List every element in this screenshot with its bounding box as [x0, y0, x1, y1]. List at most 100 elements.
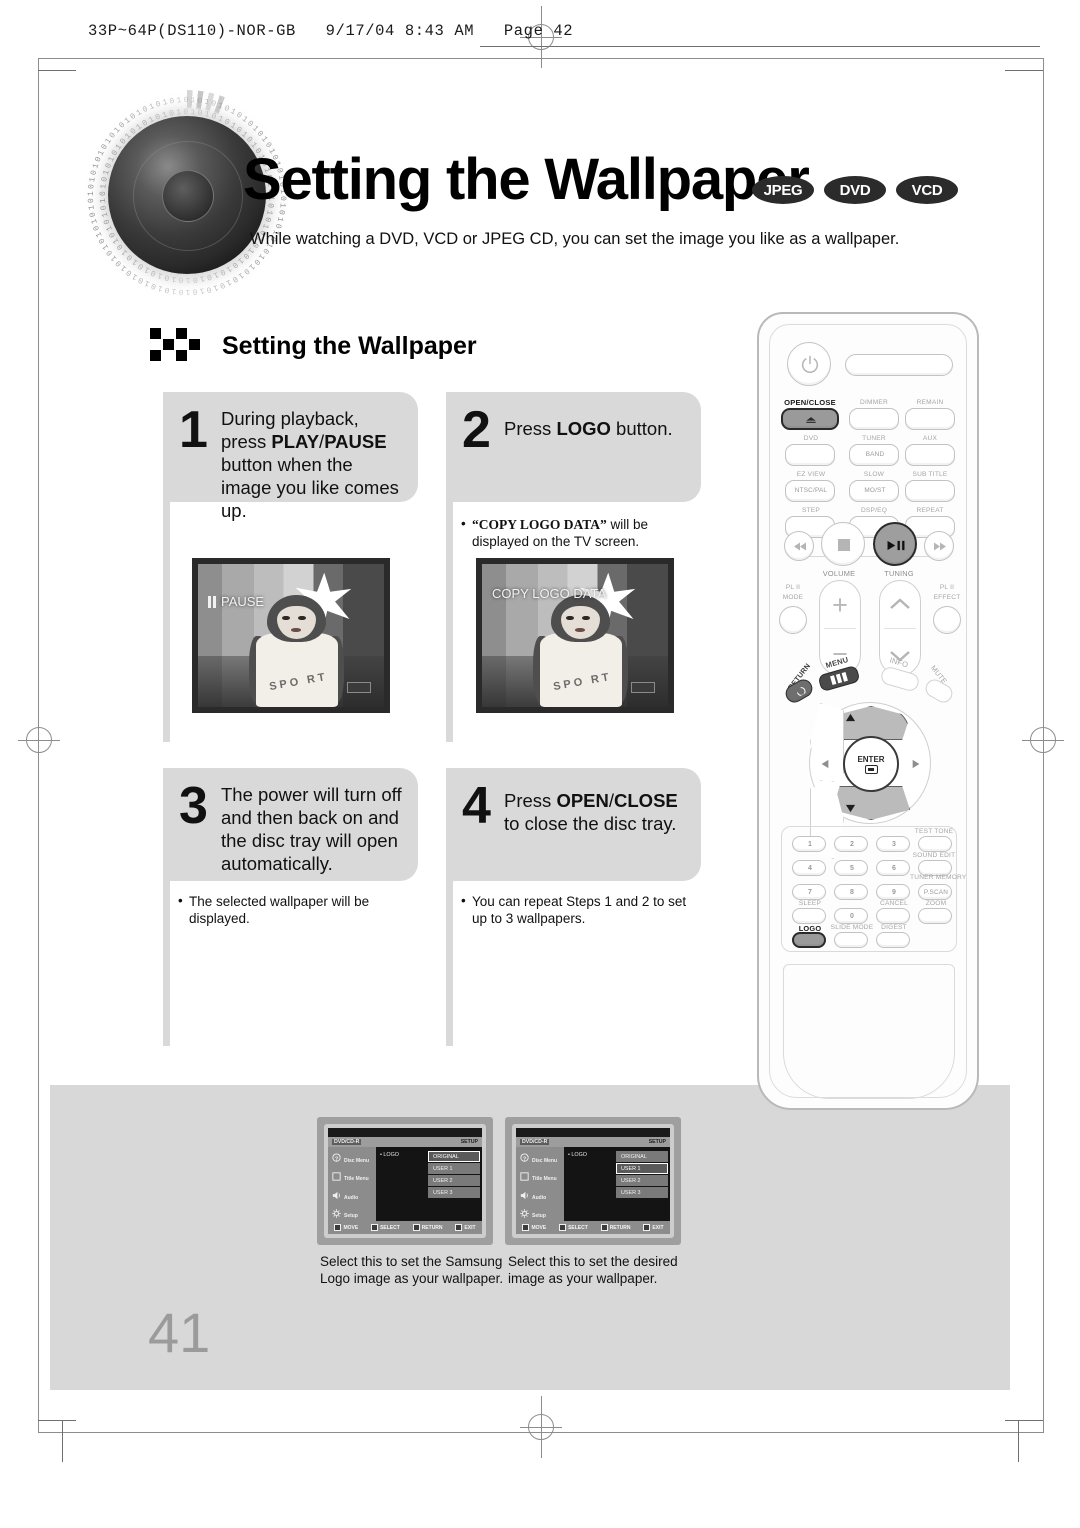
- osd-1-select[interactable]: SELECT: [371, 1224, 400, 1231]
- osd-screenshot-1: DVD/CD-R SETUP ? Disc Menu Title Menu Au…: [317, 1117, 493, 1245]
- label-sub-title: SUB TITLE: [912, 471, 948, 478]
- osd-1-item-setup[interactable]: Setup: [328, 1203, 376, 1222]
- remain-button[interactable]: [905, 408, 955, 430]
- key-8-label: 8: [849, 889, 855, 896]
- dpad: ENTER: [809, 702, 931, 859]
- label-open-close: OPEN/CLOSE: [784, 398, 836, 407]
- osd-2-item-label: Disc Menu: [532, 1157, 558, 1164]
- step-1-number: 1: [179, 401, 208, 459]
- key-0[interactable]: 0: [834, 908, 868, 924]
- key-2-label: 2: [849, 841, 855, 848]
- crop-mark-bl-v: [62, 1420, 63, 1462]
- plii-mode-button[interactable]: [779, 606, 807, 634]
- cancel-button[interactable]: [876, 908, 910, 924]
- power-button[interactable]: [787, 342, 831, 386]
- label-slide-mode: SLIDE MODE: [830, 924, 874, 931]
- osd-message-quote: “COPY LOGO DATA”: [472, 517, 607, 532]
- osd-2-bottombar: MOVE SELECT RETURN EXIT: [516, 1221, 670, 1234]
- osd-2-item-disc-menu[interactable]: ? Disc Menu: [516, 1147, 564, 1166]
- child-mouth: [291, 627, 301, 632]
- key-2[interactable]: 2: [834, 836, 868, 852]
- osd-1-item-title-menu[interactable]: Title Menu: [328, 1166, 376, 1185]
- osd-1-caption: Select this to set the Samsung Logo imag…: [320, 1254, 504, 1286]
- slow-mo-st-button[interactable]: MO/ST: [849, 480, 899, 502]
- prev-button[interactable]: [784, 531, 814, 561]
- osd-1-option-user1[interactable]: USER 1: [428, 1163, 480, 1174]
- dvd-button[interactable]: [785, 444, 835, 466]
- step-1-rail: [163, 502, 170, 742]
- osd-2-option-user1[interactable]: USER 1: [616, 1163, 668, 1174]
- child-body: SPO RT: [255, 633, 338, 707]
- label-plii-effect-1: PL II: [939, 584, 955, 591]
- stop-button[interactable]: [821, 522, 865, 566]
- key-6[interactable]: 6: [876, 860, 910, 876]
- aux-button[interactable]: [905, 444, 955, 466]
- enter-button[interactable]: ENTER: [843, 736, 899, 792]
- page-number: 41: [148, 1301, 211, 1364]
- label-remain: REMAIN: [916, 399, 944, 406]
- tv-2-screen: SPO RT COPY LOGO DATA: [482, 564, 668, 707]
- osd-1-item-audio[interactable]: Audio: [328, 1184, 376, 1203]
- osd-1-option-user2[interactable]: USER 2: [428, 1175, 480, 1186]
- test-tone-button[interactable]: [918, 836, 952, 852]
- key-0-label: 0: [849, 913, 855, 920]
- osd-2-item-title-menu[interactable]: Title Menu: [516, 1166, 564, 1185]
- osd-2-return[interactable]: RETURN: [600, 1224, 631, 1231]
- zoom-button[interactable]: [918, 908, 952, 924]
- key-3[interactable]: 3: [876, 836, 910, 852]
- speaker-icon: [331, 1190, 342, 1201]
- plii-effect-button[interactable]: [933, 606, 961, 634]
- osd-2-select[interactable]: SELECT: [559, 1224, 588, 1231]
- osd-2-item-audio[interactable]: Audio: [516, 1184, 564, 1203]
- badge-vcd: VCD: [896, 176, 958, 204]
- tuning-separator: [884, 628, 916, 629]
- osd-2-item-setup[interactable]: Setup: [516, 1203, 564, 1222]
- print-slug: 33P~64P(DS110)-NOR-GB 9/17/04 8:43 AM Pa…: [88, 22, 574, 40]
- osd-1-item-label: Disc Menu: [344, 1157, 370, 1164]
- slide-mode-button[interactable]: [834, 932, 868, 948]
- osd-2-option-original[interactable]: ORIGINAL: [616, 1151, 668, 1162]
- key-7[interactable]: 7: [792, 884, 826, 900]
- logo-button[interactable]: [792, 932, 826, 948]
- sub-title-button[interactable]: [905, 480, 955, 502]
- key-5[interactable]: 5: [834, 860, 868, 876]
- osd-1-exit[interactable]: EXIT: [455, 1224, 476, 1231]
- key-9[interactable]: 9: [876, 884, 910, 900]
- section-heading-label: Setting the Wallpaper: [222, 331, 477, 360]
- key-4[interactable]: 4: [792, 860, 826, 876]
- play-pause-button[interactable]: [873, 522, 917, 566]
- osd-2-move[interactable]: MOVE: [522, 1224, 546, 1231]
- osd-2-item-label: Title Menu: [532, 1176, 557, 1182]
- tuner-memory-pscan-button[interactable]: P.SCAN: [918, 884, 952, 900]
- osd-2-exit[interactable]: EXIT: [643, 1224, 664, 1231]
- crop-mark-tl: [38, 70, 76, 71]
- tv-2-corner-badge: [630, 681, 655, 693]
- digest-button[interactable]: [876, 932, 910, 948]
- key-8[interactable]: 8: [834, 884, 868, 900]
- step-2-text: Press LOGO button.: [504, 418, 673, 439]
- tuner-band-button[interactable]: BAND: [849, 444, 899, 466]
- label-repeat: REPEAT: [916, 507, 944, 514]
- volume-up-icon: +: [832, 590, 848, 620]
- title-menu-icon: [331, 1171, 342, 1182]
- osd-1-option-original[interactable]: ORIGINAL: [428, 1151, 480, 1162]
- osd-2-option-user3[interactable]: USER 3: [616, 1187, 668, 1198]
- step-4-note-text: You can repeat Steps 1 and 2 to set up t…: [472, 894, 687, 926]
- label-volume: VOLUME: [822, 569, 856, 578]
- sleep-button[interactable]: [792, 908, 826, 924]
- osd-2-option-user2[interactable]: USER 2: [616, 1175, 668, 1186]
- label-mo-st: MO/ST: [864, 487, 886, 494]
- disc-menu-icon: ?: [519, 1152, 530, 1164]
- disc-menu-icon: ?: [331, 1152, 342, 1164]
- open-close-button[interactable]: [781, 408, 839, 430]
- menu-bar-icon: [841, 671, 848, 682]
- osd-1-bezel: DVD/CD-R SETUP ? Disc Menu Title Menu Au…: [324, 1124, 486, 1238]
- dimmer-button[interactable]: [849, 408, 899, 430]
- osd-1-item-disc-menu[interactable]: ? Disc Menu: [328, 1147, 376, 1166]
- key-1[interactable]: 1: [792, 836, 826, 852]
- osd-1-return[interactable]: RETURN: [412, 1224, 443, 1231]
- next-button[interactable]: [924, 531, 954, 561]
- osd-1-move[interactable]: MOVE: [334, 1224, 358, 1231]
- osd-1-option-user3[interactable]: USER 3: [428, 1187, 480, 1198]
- ez-view-ntsc-pal-button[interactable]: NTSC/PAL: [785, 480, 835, 502]
